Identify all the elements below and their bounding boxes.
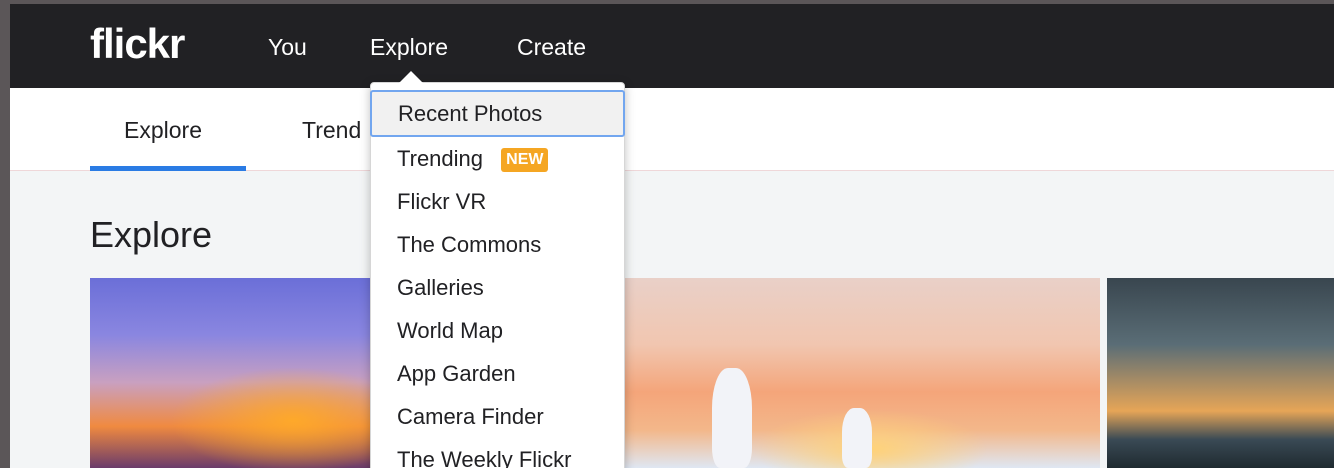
- menu-item-weekly-flickr[interactable]: The Weekly Flickr: [371, 438, 624, 468]
- menu-item-label: The Commons: [397, 232, 542, 257]
- menu-item-camera-finder[interactable]: Camera Finder: [371, 395, 624, 438]
- subtab-explore[interactable]: Explore: [124, 117, 202, 144]
- menu-item-label: Trending: [397, 146, 484, 171]
- subtab-trending[interactable]: Trend: [302, 117, 361, 144]
- menu-item-label: App Garden: [397, 361, 516, 386]
- photo-thumbnail[interactable]: [1107, 278, 1334, 468]
- menu-item-label: World Map: [397, 318, 503, 343]
- sub-navigation: Explore Trend: [10, 88, 1334, 171]
- menu-item-label: Flickr VR: [397, 189, 487, 214]
- menu-item-trending[interactable]: Trending NEW: [371, 137, 624, 180]
- menu-item-recent-photos[interactable]: Recent Photos: [370, 90, 625, 137]
- snow-tree-shape: [842, 408, 872, 468]
- nav-explore[interactable]: Explore: [370, 34, 448, 61]
- new-badge: NEW: [501, 148, 549, 173]
- snow-tree-shape: [712, 368, 752, 468]
- menu-item-label: Recent Photos: [398, 101, 543, 126]
- menu-item-app-garden[interactable]: App Garden: [371, 352, 624, 395]
- page-frame: flickr You Explore Create Explore Trend …: [10, 4, 1334, 468]
- menu-item-flickr-vr[interactable]: Flickr VR: [371, 180, 624, 223]
- nav-create[interactable]: Create: [517, 34, 586, 61]
- photo-thumbnail[interactable]: [90, 278, 380, 468]
- menu-item-label: Camera Finder: [397, 404, 544, 429]
- flickr-logo[interactable]: flickr: [90, 20, 185, 68]
- explore-dropdown-menu: Recent Photos Trending NEW Flickr VR The…: [370, 71, 625, 468]
- active-tab-indicator: [90, 166, 246, 171]
- page-title: Explore: [90, 214, 213, 255]
- nav-you[interactable]: You: [268, 34, 307, 61]
- photo-thumbnail[interactable]: [622, 278, 1100, 468]
- menu-item-label: The Weekly Flickr: [397, 447, 572, 468]
- menu-item-the-commons[interactable]: The Commons: [371, 223, 624, 266]
- menu-item-label: Galleries: [397, 275, 484, 300]
- menu-item-galleries[interactable]: Galleries: [371, 266, 624, 309]
- top-navigation-bar: flickr You Explore Create: [10, 4, 1334, 88]
- menu-item-world-map[interactable]: World Map: [371, 309, 624, 352]
- dropdown-caret: [399, 71, 423, 83]
